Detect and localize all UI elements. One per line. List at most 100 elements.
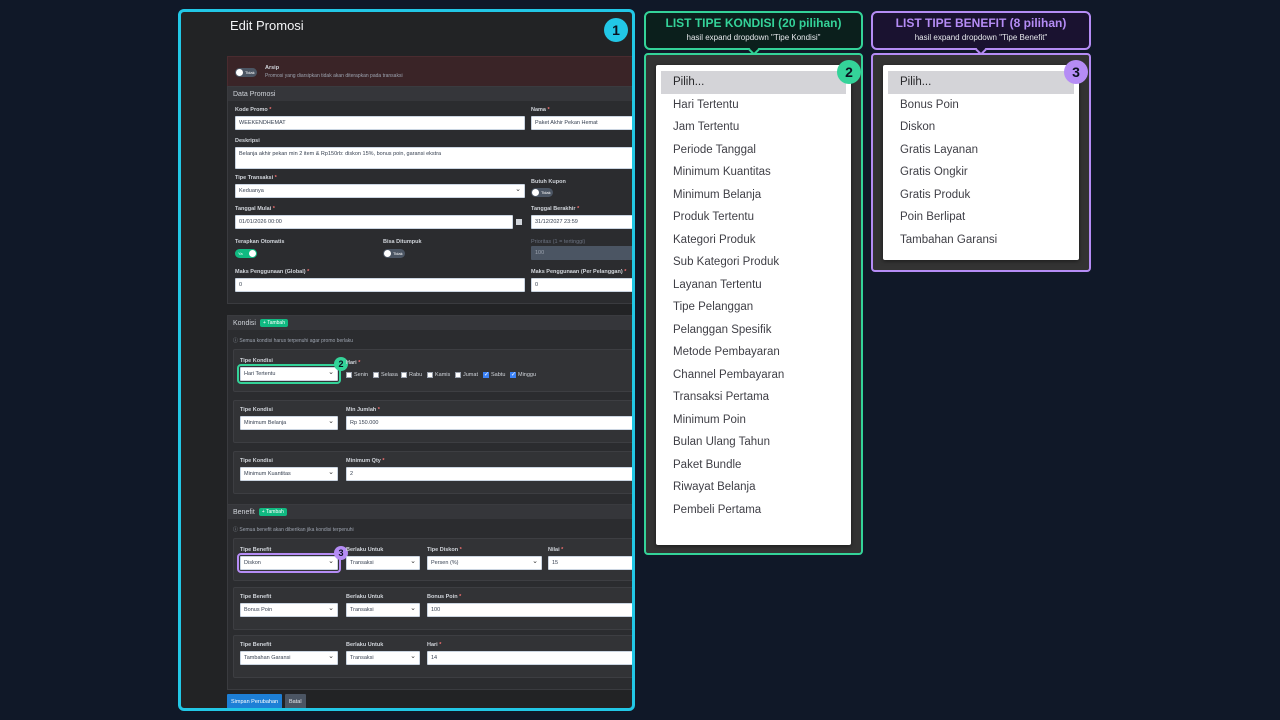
day-checkbox[interactable]: Jumat [455, 372, 478, 378]
page-title: Edit Promosi [230, 18, 304, 33]
dropdown-option[interactable]: Jam Tertentu [661, 116, 846, 139]
day-checkbox[interactable]: Selasa [373, 372, 398, 378]
tipe-kondisi-label: Tipe Kondisi [240, 407, 273, 413]
hari-garansi-label: Hari * [427, 642, 442, 648]
maks-global-label: Maks Penggunaan (Global) * [235, 269, 310, 275]
tipe-diskon-select[interactable]: Persen (%) [427, 556, 542, 570]
dropdown-option[interactable]: Hari Tertentu [661, 94, 846, 117]
dropdown-option[interactable]: Kategori Produk [661, 229, 846, 252]
list-benefit-subtitle: hasil expand dropdown "Tipe Benefit" [914, 33, 1048, 42]
dropdown-option[interactable]: Transaksi Pertama [661, 386, 846, 409]
day-checkbox[interactable]: ✓ Minggu [510, 372, 536, 378]
terapkan-toggle[interactable]: Ya [235, 249, 257, 258]
dropdown-option[interactable]: Diskon [888, 116, 1074, 139]
maks-pelanggan-label: Maks Penggunaan (Per Pelanggan) * [531, 269, 627, 275]
dropdown-option[interactable]: Paket Bundle [661, 454, 846, 477]
dropdown-option[interactable]: Bonus Poin [888, 94, 1074, 117]
tipe-kondisi-select[interactable]: Minimum Belanja [240, 416, 338, 430]
list-benefit-title: LIST TIPE BENEFIT (8 pilihan) [895, 16, 1067, 30]
nama-label: Nama * [531, 107, 550, 113]
cancel-button[interactable]: Batal [285, 694, 306, 708]
day-checkbox[interactable]: Rabu [401, 372, 422, 378]
calendar-icon[interactable] [516, 219, 522, 225]
min-qty-label: Minimum Qty * [346, 458, 385, 464]
add-kondisi-button[interactable]: + Tambah [259, 319, 288, 327]
tipe-benefit-label: Tipe Benefit [240, 642, 272, 648]
prioritas-input[interactable]: 100 [531, 246, 632, 260]
dropdown-option[interactable]: Gratis Layanan [888, 139, 1074, 162]
dropdown-option[interactable]: Riwayat Belanja [661, 476, 846, 499]
dropdown-option[interactable]: Channel Pembayaran [661, 364, 846, 387]
dropdown-option[interactable]: Tambahan Garansi [888, 229, 1074, 252]
butuh-kupon-toggle[interactable]: Tidak [531, 188, 553, 197]
dropdown-option[interactable]: Layanan Tertentu [661, 274, 846, 297]
benefit-row: Tipe Benefit Bonus Poin Berlaku Untuk Tr… [233, 587, 632, 630]
dropdown-option[interactable]: Produk Tertentu [661, 206, 846, 229]
dropdown-option[interactable]: Gratis Produk [888, 184, 1074, 207]
day-checkbox[interactable]: Senin [346, 372, 368, 378]
callout-badge-1: 1 [604, 18, 628, 42]
dropdown-option[interactable]: Minimum Poin [661, 409, 846, 432]
add-benefit-button[interactable]: + Tambah [258, 508, 287, 516]
maks-global-input[interactable]: 0 [235, 278, 525, 292]
deskripsi-textarea[interactable]: Belanja akhir pekan min 2 item & Rp150rb… [235, 147, 632, 169]
checkbox-icon [346, 372, 352, 378]
bonus-poin-input[interactable]: 100 [427, 603, 632, 617]
tipe-kondisi-select[interactable]: Hari Tertentu [237, 364, 341, 384]
maks-pelanggan-input[interactable]: 0 [531, 278, 632, 292]
archive-card: Tidak Arsip Promosi yang diarsipkan tida… [227, 56, 632, 87]
list-benefit-panel: Pilih... Bonus Poin Diskon Gratis Layana… [871, 53, 1091, 272]
archive-toggle[interactable]: Tidak [235, 68, 257, 77]
dropdown-option[interactable]: Poin Berlipat [888, 206, 1074, 229]
save-button[interactable]: Simpan Perubahan [227, 694, 283, 708]
dropdown-option[interactable]: Sub Kategori Produk [661, 251, 846, 274]
dropdown-option[interactable]: Gratis Ongkir [888, 161, 1074, 184]
dropdown-option[interactable]: Minimum Kuantitas [661, 161, 846, 184]
min-qty-input[interactable]: 2 [346, 467, 632, 481]
tanggal-mulai-input[interactable]: 01/01/2026 00:00 [235, 215, 513, 229]
dropdown-option[interactable]: Bulan Ulang Tahun [661, 431, 846, 454]
tipe-transaksi-select[interactable]: Keduanya [235, 184, 525, 198]
dropdown-option[interactable]: Tipe Pelanggan [661, 296, 846, 319]
tanggal-mulai-label: Tanggal Mulai * [235, 206, 275, 212]
kondisi-heading: Kondisi [233, 319, 256, 327]
kode-input[interactable]: WEEKENDHEMAT [235, 116, 525, 130]
dropdown-option[interactable]: Pilih... [661, 71, 846, 94]
dropdown-option[interactable]: Minimum Belanja [661, 184, 846, 207]
min-jumlah-label: Min Jumlah * [346, 407, 380, 413]
checkbox-checked-icon: ✓ [483, 372, 490, 378]
tanggal-berakhir-input[interactable]: 31/12/2027 23:59 [531, 215, 632, 229]
tipe-benefit-select[interactable]: Tambahan Garansi [240, 651, 338, 665]
benefit-heading: Benefit [233, 508, 255, 516]
dropdown-option[interactable]: Metode Pembayaran [661, 341, 846, 364]
kondisi-row: Tipe Kondisi Minimum Belanja Min Jumlah … [233, 400, 632, 443]
dropdown-option[interactable]: Periode Tanggal [661, 139, 846, 162]
nama-input[interactable]: Paket Akhir Pekan Hemat [531, 116, 632, 130]
nilai-input[interactable]: 15 [548, 556, 632, 570]
hari-garansi-input[interactable]: 14 [427, 651, 632, 665]
checkbox-icon [455, 372, 461, 378]
checkbox-checked-icon: ✓ [510, 372, 517, 378]
berlaku-untuk-select[interactable]: Transaksi [346, 651, 420, 665]
dropdown-option[interactable]: Pelanggan Spesifik [661, 319, 846, 342]
dropdown-option[interactable]: Pilih... [888, 71, 1074, 94]
min-jumlah-input[interactable]: Rp 150.000 [346, 416, 632, 430]
berlaku-untuk-select[interactable]: Transaksi [346, 556, 420, 570]
hari-label: Hari * [346, 360, 361, 366]
tipe-kondisi-select[interactable]: Minimum Kuantitas [240, 467, 338, 481]
tipe-benefit-label: Tipe Benefit [240, 594, 272, 600]
bisa-ditumpuk-label: Bisa Ditumpuk [383, 239, 422, 245]
bisa-ditumpuk-toggle[interactable]: Tidak [383, 249, 405, 258]
berlaku-untuk-select[interactable]: Transaksi [346, 603, 420, 617]
tipe-benefit-select[interactable]: Diskon [237, 553, 341, 573]
tipe-benefit-select[interactable]: Bonus Poin [240, 603, 338, 617]
bonus-poin-label: Bonus Poin * [427, 594, 462, 600]
day-checkbox[interactable]: Kamis [427, 372, 450, 378]
dropdown-option[interactable]: Pembeli Pertama [661, 499, 846, 522]
butuh-kupon-label: Butuh Kupon [531, 179, 566, 185]
kondisi-row: Tipe Kondisi Hari Tertentu 2 Hari * Seni… [233, 349, 632, 392]
day-checkbox[interactable]: ✓ Sabtu [483, 372, 505, 378]
archive-label: Arsip [265, 65, 280, 71]
checkbox-icon [373, 372, 379, 378]
benefit-row: Tipe Benefit Diskon 3 Berlaku Untuk Tran… [233, 538, 632, 581]
